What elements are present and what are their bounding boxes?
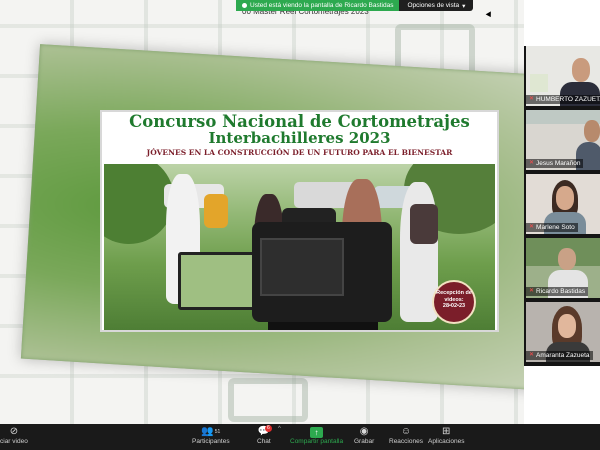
participants-icon: 👥 51 xyxy=(201,426,221,437)
participant-name: Jesus Marañon xyxy=(536,160,581,167)
participants-panel: ✕ HUMBERTO ZAZUETA ✕ Jesus Marañon ✕ Mar… xyxy=(524,46,600,366)
share-screen-label: Compartir pantalla xyxy=(290,438,344,445)
participant-name-tag: ✕ HUMBERTO ZAZUETA xyxy=(526,95,600,104)
share-screen-button[interactable]: ↑ Compartir pantalla xyxy=(290,426,343,445)
backpack xyxy=(410,204,438,244)
person-face xyxy=(558,314,576,338)
chat-unread-badge: 6 xyxy=(265,425,272,432)
sharing-banner: Usted está viendo la pantalla de Ricardo… xyxy=(236,0,474,11)
apps-button[interactable]: ⊞ Aplicaciones xyxy=(428,426,465,445)
view-options-button[interactable]: Opciones de vista ▾ xyxy=(399,0,474,11)
reception-badge: Recepción de videos: 28•02•23 xyxy=(432,280,476,324)
chevron-up-icon: ^ xyxy=(278,426,281,432)
participants-label: Participantes xyxy=(192,438,230,445)
participants-count: 51 xyxy=(214,429,221,435)
meeting-toolbar: ⊘ ciar video 👥 51 Participantes 💬 6 Chat … xyxy=(0,424,600,450)
poster-tagline: JÓVENES EN LA CONSTRUCCIÓN DE UN FUTURO … xyxy=(146,148,453,157)
badge-date: 28•02•23 xyxy=(442,303,466,309)
person-face xyxy=(584,120,600,142)
person-face xyxy=(572,58,590,82)
participant-tile[interactable]: ✕ HUMBERTO ZAZUETA xyxy=(526,46,600,106)
participant-tile[interactable]: ✕ Ricardo Bastidas xyxy=(526,238,600,298)
chat-label: Chat xyxy=(257,438,271,445)
share-screen-icon: ↑ xyxy=(310,426,324,438)
participant-name: Amaranta Zazueta xyxy=(536,352,590,359)
participant-tile[interactable]: ✕ Jesus Marañon xyxy=(526,110,600,170)
mic-muted-icon: ✕ xyxy=(529,288,535,294)
apps-icon: ⊞ xyxy=(442,426,451,437)
share-status-icon xyxy=(242,3,247,8)
participant-name-tag: ✕ Amaranta Zazueta xyxy=(526,351,593,360)
participant-name-tag: ✕ Ricardo Bastidas xyxy=(526,287,589,296)
participant-name-tag: ✕ Jesus Marañon xyxy=(526,159,584,168)
participant-name: Marlene Soto xyxy=(536,224,575,231)
shared-screen: Concurso Nacional de Cortometrajes Inter… xyxy=(0,0,524,424)
watermark-logo xyxy=(228,378,308,422)
chat-button[interactable]: 💬 6 Chat xyxy=(257,425,272,445)
person-face xyxy=(556,186,574,210)
badge-text: Recepción de videos: xyxy=(436,290,472,303)
mic-muted-icon: ✕ xyxy=(529,160,535,166)
participant-name-tag: ✕ Marlene Soto xyxy=(526,223,578,232)
video-off-icon: ⊘ xyxy=(9,426,19,437)
mic-muted-icon: ✕ xyxy=(529,96,535,102)
poster-subtitle: Interbachilleres 2023 xyxy=(208,129,391,147)
poster-photo: Recepción de videos: 28•02•23 xyxy=(104,164,495,330)
participant-tile[interactable]: ✕ Amaranta Zazueta xyxy=(526,302,600,362)
record-button[interactable]: ◉ Grabar xyxy=(354,426,374,445)
camera-monitor xyxy=(178,252,256,310)
start-video-label: ciar video xyxy=(0,438,28,445)
poster-title: Concurso Nacional de Cortometrajes xyxy=(129,112,470,131)
participants-button[interactable]: 👥 51 Participantes xyxy=(192,426,230,445)
tripod xyxy=(268,322,378,330)
participant-name: HUMBERTO ZAZUETA xyxy=(536,96,600,103)
background-object xyxy=(530,74,548,92)
chat-options-caret[interactable]: ^ xyxy=(278,426,281,432)
reactions-button[interactable]: ☺ Reacciones xyxy=(389,426,423,445)
participant-name: Ricardo Bastidas xyxy=(536,288,586,295)
view-options-label: Opciones de vista xyxy=(407,2,460,9)
sharing-indicator: Usted está viendo la pantalla de Ricardo… xyxy=(236,0,400,11)
backpack xyxy=(204,194,228,228)
reactions-label: Reacciones xyxy=(389,438,423,445)
chevron-down-icon: ▾ xyxy=(462,2,466,10)
reactions-icon: ☺ xyxy=(400,426,412,437)
start-video-button[interactable]: ⊘ ciar video xyxy=(0,426,28,445)
person-face xyxy=(558,248,576,270)
mic-muted-icon: ✕ xyxy=(529,352,535,358)
apps-label: Aplicaciones xyxy=(428,438,465,445)
record-icon: ◉ xyxy=(359,426,369,437)
sharing-text: Usted está viendo la pantalla de Ricardo… xyxy=(250,2,394,9)
camera-screen xyxy=(260,238,344,296)
mic-muted-icon: ✕ xyxy=(529,224,535,230)
participant-tile[interactable]: ✕ Marlene Soto xyxy=(526,174,600,234)
contest-poster: Concurso Nacional de Cortometrajes Inter… xyxy=(100,110,499,332)
record-label: Grabar xyxy=(354,438,375,445)
